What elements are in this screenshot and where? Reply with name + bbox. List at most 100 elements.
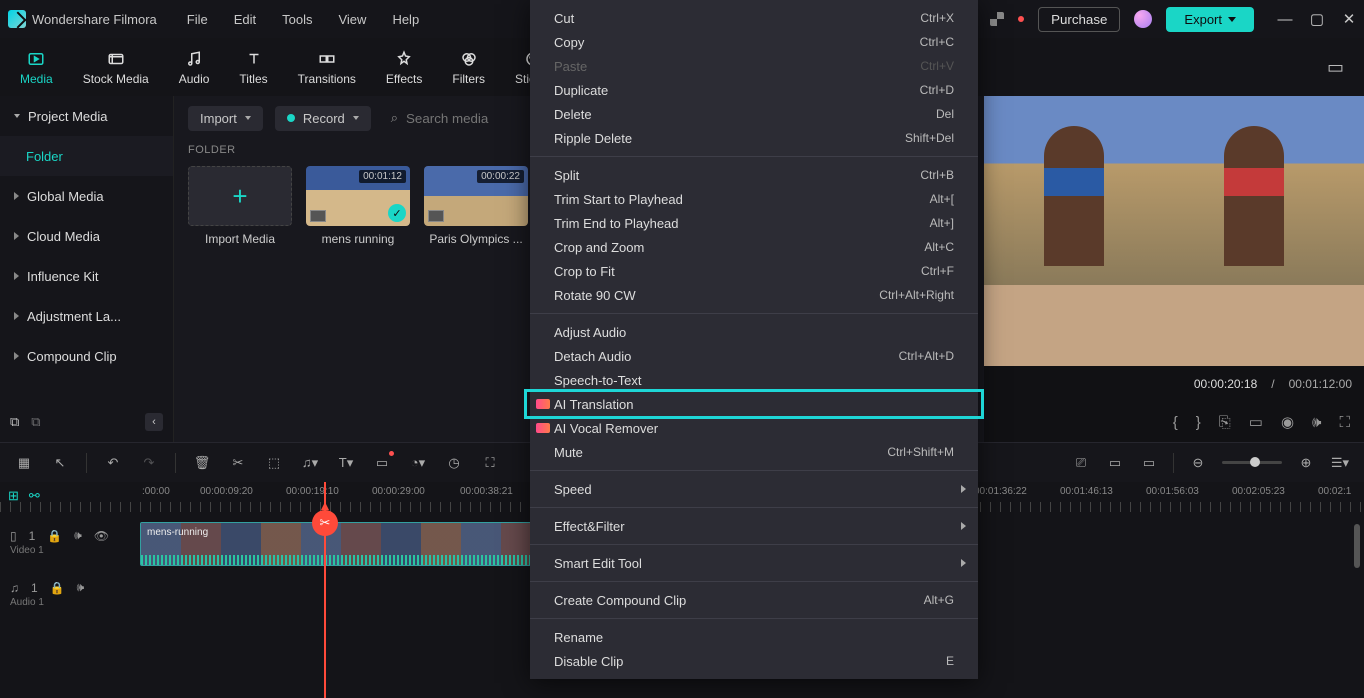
sidebar-item-folder[interactable]: Folder xyxy=(0,136,173,176)
menu-file[interactable]: File xyxy=(187,12,208,27)
bracket-open-icon[interactable]: { xyxy=(1173,414,1178,431)
context-item-trim-end-to-playhead[interactable]: Trim End to PlayheadAlt+] xyxy=(530,211,978,235)
undo-icon[interactable]: ↶ xyxy=(103,453,123,473)
bracket-close-icon[interactable]: } xyxy=(1196,414,1201,431)
context-item-ripple-delete[interactable]: Ripple DeleteShift+Del xyxy=(530,126,978,150)
maximize-button[interactable]: ▢ xyxy=(1310,12,1324,26)
playhead[interactable]: ✂ xyxy=(324,482,326,698)
context-item-crop-and-zoom[interactable]: Crop and ZoomAlt+C xyxy=(530,235,978,259)
audio-track-icon[interactable]: ♫ xyxy=(10,581,19,595)
zoom-in-icon[interactable]: ⊕ xyxy=(1296,453,1316,473)
sidebar-item-project-media[interactable]: Project Media xyxy=(0,96,173,136)
zoom-out-icon[interactable]: ⊖ xyxy=(1188,453,1208,473)
minimize-button[interactable]: — xyxy=(1278,12,1292,26)
split-icon[interactable]: ✂ xyxy=(228,453,248,473)
context-item-delete[interactable]: DeleteDel xyxy=(530,102,978,126)
pointer-icon[interactable]: ↖ xyxy=(50,453,70,473)
avatar[interactable] xyxy=(1134,10,1152,28)
mute-icon[interactable]: 🕪 xyxy=(74,528,82,543)
lock-icon[interactable]: 🔒 xyxy=(50,581,65,595)
new-bin-icon[interactable]: ⧉ xyxy=(31,414,40,430)
record-tool-icon[interactable]: ▭ xyxy=(372,453,392,473)
new-badge-icon xyxy=(536,399,550,409)
context-item-ai-vocal-remover[interactable]: AI Vocal Remover xyxy=(530,416,978,440)
sidebar-item-compound-clip[interactable]: Compound Clip xyxy=(0,336,173,376)
sidebar-item-cloud-media[interactable]: Cloud Media xyxy=(0,216,173,256)
marker-tool-icon[interactable]: ▭ xyxy=(1105,453,1125,473)
layout-icon[interactable]: ☰▾ xyxy=(1330,453,1350,473)
tab-filters[interactable]: Filters xyxy=(452,48,485,86)
import-media-tile[interactable]: + Import Media xyxy=(188,166,292,246)
media-clip-mens-running[interactable]: 00:01:12 ✓ mens running xyxy=(306,166,410,246)
menu-help[interactable]: Help xyxy=(392,12,419,27)
preview-viewport[interactable] xyxy=(984,96,1364,366)
text-tool-icon[interactable]: T▾ xyxy=(336,453,356,473)
scrollbar[interactable] xyxy=(1354,524,1360,568)
video-track-icon[interactable]: ▯ xyxy=(10,529,17,543)
duration-badge: 00:00:22 xyxy=(477,170,524,183)
tab-titles[interactable]: Titles xyxy=(239,48,267,86)
menu-edit[interactable]: Edit xyxy=(234,12,256,27)
context-item-effect-filter[interactable]: Effect&Filter xyxy=(530,514,978,538)
context-item-ai-translation[interactable]: AI Translation xyxy=(530,392,978,416)
lock-icon[interactable]: 🔒 xyxy=(47,529,62,543)
context-item-create-compound-clip[interactable]: Create Compound ClipAlt+G xyxy=(530,588,978,612)
time-mark: :00:00 xyxy=(142,486,170,497)
context-item-speech-to-text[interactable]: Speech-to-Text xyxy=(530,368,978,392)
context-item-rotate-90-cw[interactable]: Rotate 90 CWCtrl+Alt+Right xyxy=(530,283,978,307)
timer-icon[interactable]: ◷ xyxy=(444,453,464,473)
context-item-rename[interactable]: Rename xyxy=(530,625,978,649)
zoom-slider[interactable] xyxy=(1222,461,1282,464)
menu-view[interactable]: View xyxy=(338,12,366,27)
picture-icon[interactable]: ▭ xyxy=(1327,57,1344,78)
context-item-copy[interactable]: CopyCtrl+C xyxy=(530,30,978,54)
collapse-sidebar-button[interactable]: ‹ xyxy=(145,413,163,431)
context-item-detach-audio[interactable]: Detach AudioCtrl+Alt+D xyxy=(530,344,978,368)
expand-icon[interactable]: ⛶ xyxy=(480,453,500,473)
context-item-split[interactable]: SplitCtrl+B xyxy=(530,163,978,187)
context-item-mute[interactable]: MuteCtrl+Shift+M xyxy=(530,440,978,464)
snapshot-icon[interactable]: ◉ xyxy=(1281,413,1294,431)
mixer-icon[interactable]: ⎚ xyxy=(1071,453,1091,473)
context-item-trim-start-to-playhead[interactable]: Trim Start to PlayheadAlt+[ xyxy=(530,187,978,211)
tab-stock-media[interactable]: Stock Media xyxy=(83,48,149,86)
apps-icon[interactable] xyxy=(990,12,1004,26)
context-item-disable-clip[interactable]: Disable ClipE xyxy=(530,649,978,673)
guides-icon[interactable]: ▦ xyxy=(14,453,34,473)
marker-icon[interactable]: ⎘ xyxy=(1219,414,1231,431)
context-item-duplicate[interactable]: DuplicateCtrl+D xyxy=(530,78,978,102)
volume-icon[interactable]: 🕪 xyxy=(1312,414,1321,431)
visibility-icon[interactable]: 👁 xyxy=(94,529,109,543)
close-button[interactable]: ✕ xyxy=(1342,12,1356,26)
context-item-smart-edit-tool[interactable]: Smart Edit Tool xyxy=(530,551,978,575)
context-item-cut[interactable]: CutCtrl+X xyxy=(530,6,978,30)
sidebar-item-influence-kit[interactable]: Influence Kit xyxy=(0,256,173,296)
sidebar-item-global-media[interactable]: Global Media xyxy=(0,176,173,216)
sidebar-item-adjustment-layer[interactable]: Adjustment La... xyxy=(0,296,173,336)
record-dropdown[interactable]: Record xyxy=(275,106,371,131)
tab-media[interactable]: Media xyxy=(20,48,53,86)
purchase-button[interactable]: Purchase xyxy=(1038,7,1120,32)
redo-icon[interactable]: ↷ xyxy=(139,453,159,473)
time-mark: 00:00:38:21 xyxy=(460,486,513,497)
tab-transitions[interactable]: Transitions xyxy=(298,48,356,86)
import-dropdown[interactable]: Import xyxy=(188,106,263,131)
export-button[interactable]: Export xyxy=(1166,7,1254,32)
context-item-speed[interactable]: Speed xyxy=(530,477,978,501)
new-folder-icon[interactable]: ⧉ xyxy=(10,414,19,430)
mute-icon[interactable]: 🕪 xyxy=(77,580,85,595)
context-item-adjust-audio[interactable]: Adjust Audio xyxy=(530,320,978,344)
tab-effects[interactable]: Effects xyxy=(386,48,422,86)
tab-audio[interactable]: Audio xyxy=(179,48,210,86)
audio-tool-icon[interactable]: ♫▾ xyxy=(300,453,320,473)
caption-icon[interactable]: ▭ xyxy=(1139,453,1159,473)
menu-tools[interactable]: Tools xyxy=(282,12,312,27)
fullscreen-icon[interactable]: ⛶ xyxy=(1339,414,1350,431)
speed-icon[interactable]: ◔▾ xyxy=(408,453,428,473)
crop-icon[interactable]: ⬚ xyxy=(264,453,284,473)
media-clip-paris-olympics[interactable]: 00:00:22 Paris Olympics ... xyxy=(424,166,528,246)
context-item-crop-to-fit[interactable]: Crop to FitCtrl+F xyxy=(530,259,978,283)
delete-icon[interactable]: 🗑 xyxy=(192,453,212,473)
display-icon[interactable]: ▭ xyxy=(1249,413,1263,431)
plus-icon: + xyxy=(232,181,247,212)
